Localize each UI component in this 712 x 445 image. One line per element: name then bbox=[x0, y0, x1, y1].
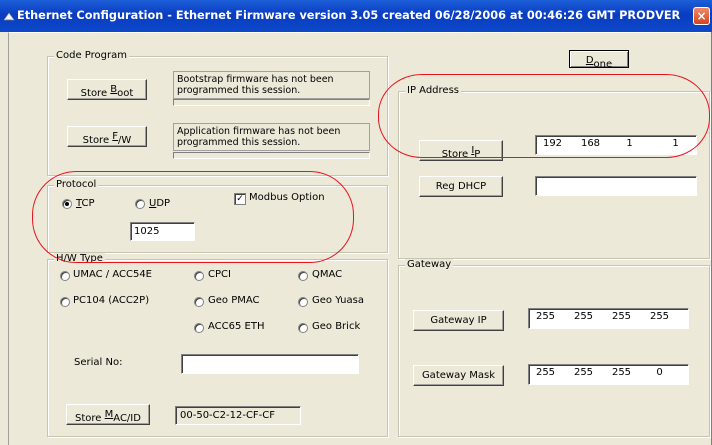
hw-label-geo-yuasa[interactable]: Geo Yuasa bbox=[312, 295, 364, 306]
boot-status-text: Bootstrap firmware has not been programm… bbox=[173, 71, 370, 99]
store-fw-button[interactable]: Store F/W bbox=[67, 126, 147, 147]
gw-ip-octet-4: 255 bbox=[649, 311, 670, 322]
done-button[interactable]: Done bbox=[569, 50, 629, 70]
hw-radio-geo-brick[interactable] bbox=[298, 323, 308, 333]
hw-radio-acc65[interactable] bbox=[194, 323, 204, 333]
udp-radio[interactable] bbox=[135, 199, 145, 209]
serial-label: Serial No: bbox=[74, 357, 123, 368]
gw-ip-octet-1: 255 bbox=[535, 311, 556, 322]
hw-label-pc104[interactable]: PC104 (ACC2P) bbox=[73, 295, 149, 306]
fw-progress-bar bbox=[173, 152, 370, 159]
hw-label-geo-brick[interactable]: Geo Brick bbox=[312, 321, 360, 332]
tcp-label[interactable]: TCP bbox=[76, 198, 95, 209]
hw-type-title: H/W Type bbox=[54, 253, 105, 265]
app-icon bbox=[3, 12, 15, 21]
protocol-group: Protocol bbox=[47, 179, 388, 253]
gw-mask-octet-4: 0 bbox=[656, 367, 663, 378]
ip-octet-3: 1 bbox=[626, 138, 633, 149]
gw-ip-octet-2: 255 bbox=[573, 311, 594, 322]
ip-address-input[interactable]: 192 168 1 1 bbox=[535, 135, 697, 155]
boot-progress-bar bbox=[173, 99, 370, 106]
modbus-label[interactable]: Modbus Option bbox=[249, 192, 325, 203]
serial-input[interactable] bbox=[181, 354, 359, 374]
gw-ip-octet-3: 255 bbox=[611, 311, 632, 322]
store-ip-button[interactable]: Store IP bbox=[419, 140, 503, 161]
ip-octet-4: 1 bbox=[672, 138, 679, 149]
ethernet-configuration-window: Ethernet Configuration - Ethernet Firmwa… bbox=[0, 0, 712, 445]
protocol-title: Protocol bbox=[54, 179, 99, 191]
port-value: 1025 bbox=[134, 226, 160, 237]
store-mac-button[interactable]: Store MAC/ID bbox=[66, 404, 150, 425]
dhcp-input[interactable] bbox=[535, 176, 697, 196]
udp-label[interactable]: UDP bbox=[149, 198, 170, 209]
hw-radio-cpci[interactable] bbox=[194, 271, 204, 281]
gw-mask-octet-1: 255 bbox=[535, 367, 556, 378]
store-boot-button[interactable]: Store Boot bbox=[67, 79, 147, 100]
hw-radio-geo-pmac[interactable] bbox=[194, 297, 204, 307]
hw-label-qmac[interactable]: QMAC bbox=[312, 269, 342, 280]
gw-mask-octet-2: 255 bbox=[573, 367, 594, 378]
ip-octet-2: 168 bbox=[580, 138, 601, 149]
modbus-checkbox[interactable]: ✓ bbox=[234, 193, 246, 205]
ip-address-group: IP Address bbox=[398, 85, 710, 259]
gw-mask-octet-3: 255 bbox=[611, 367, 632, 378]
hw-radio-pc104[interactable] bbox=[60, 297, 70, 307]
mac-address-field: 00-50-C2-12-CF-CF bbox=[175, 406, 301, 425]
close-button[interactable]: × bbox=[693, 7, 710, 25]
port-input[interactable]: 1025 bbox=[130, 222, 195, 241]
dialog-body: Done Code Program Store Boot Bootstrap f… bbox=[8, 32, 710, 445]
gateway-group: Gateway bbox=[398, 259, 710, 437]
fw-status-text: Application firmware has not been progra… bbox=[173, 123, 370, 151]
tcp-radio[interactable] bbox=[62, 199, 72, 209]
code-program-title: Code Program bbox=[54, 50, 129, 62]
ip-address-title: IP Address bbox=[405, 85, 461, 97]
hw-label-acc65[interactable]: ACC65 ETH bbox=[208, 321, 264, 332]
hw-radio-geo-yuasa[interactable] bbox=[298, 297, 308, 307]
hw-radio-qmac[interactable] bbox=[298, 271, 308, 281]
hw-radio-umac[interactable] bbox=[60, 271, 70, 281]
gateway-title: Gateway bbox=[405, 259, 454, 271]
ip-octet-1: 192 bbox=[542, 138, 563, 149]
gateway-mask-button[interactable]: Gateway Mask bbox=[413, 365, 504, 386]
mac-address-value: 00-50-C2-12-CF-CF bbox=[180, 410, 276, 421]
gateway-mask-input[interactable]: 255 255 255 0 bbox=[528, 364, 689, 385]
title-bar[interactable]: Ethernet Configuration - Ethernet Firmwa… bbox=[0, 0, 712, 32]
hw-label-cpci[interactable]: CPCI bbox=[208, 269, 231, 280]
window-title: Ethernet Configuration - Ethernet Firmwa… bbox=[17, 9, 681, 22]
gateway-ip-button[interactable]: Gateway IP bbox=[413, 310, 504, 331]
hw-label-geo-pmac[interactable]: Geo PMAC bbox=[208, 295, 260, 306]
hw-label-umac[interactable]: UMAC / ACC54E bbox=[73, 269, 152, 280]
gateway-ip-input[interactable]: 255 255 255 255 bbox=[528, 308, 689, 329]
reg-dhcp-button[interactable]: Reg DHCP bbox=[419, 176, 503, 197]
